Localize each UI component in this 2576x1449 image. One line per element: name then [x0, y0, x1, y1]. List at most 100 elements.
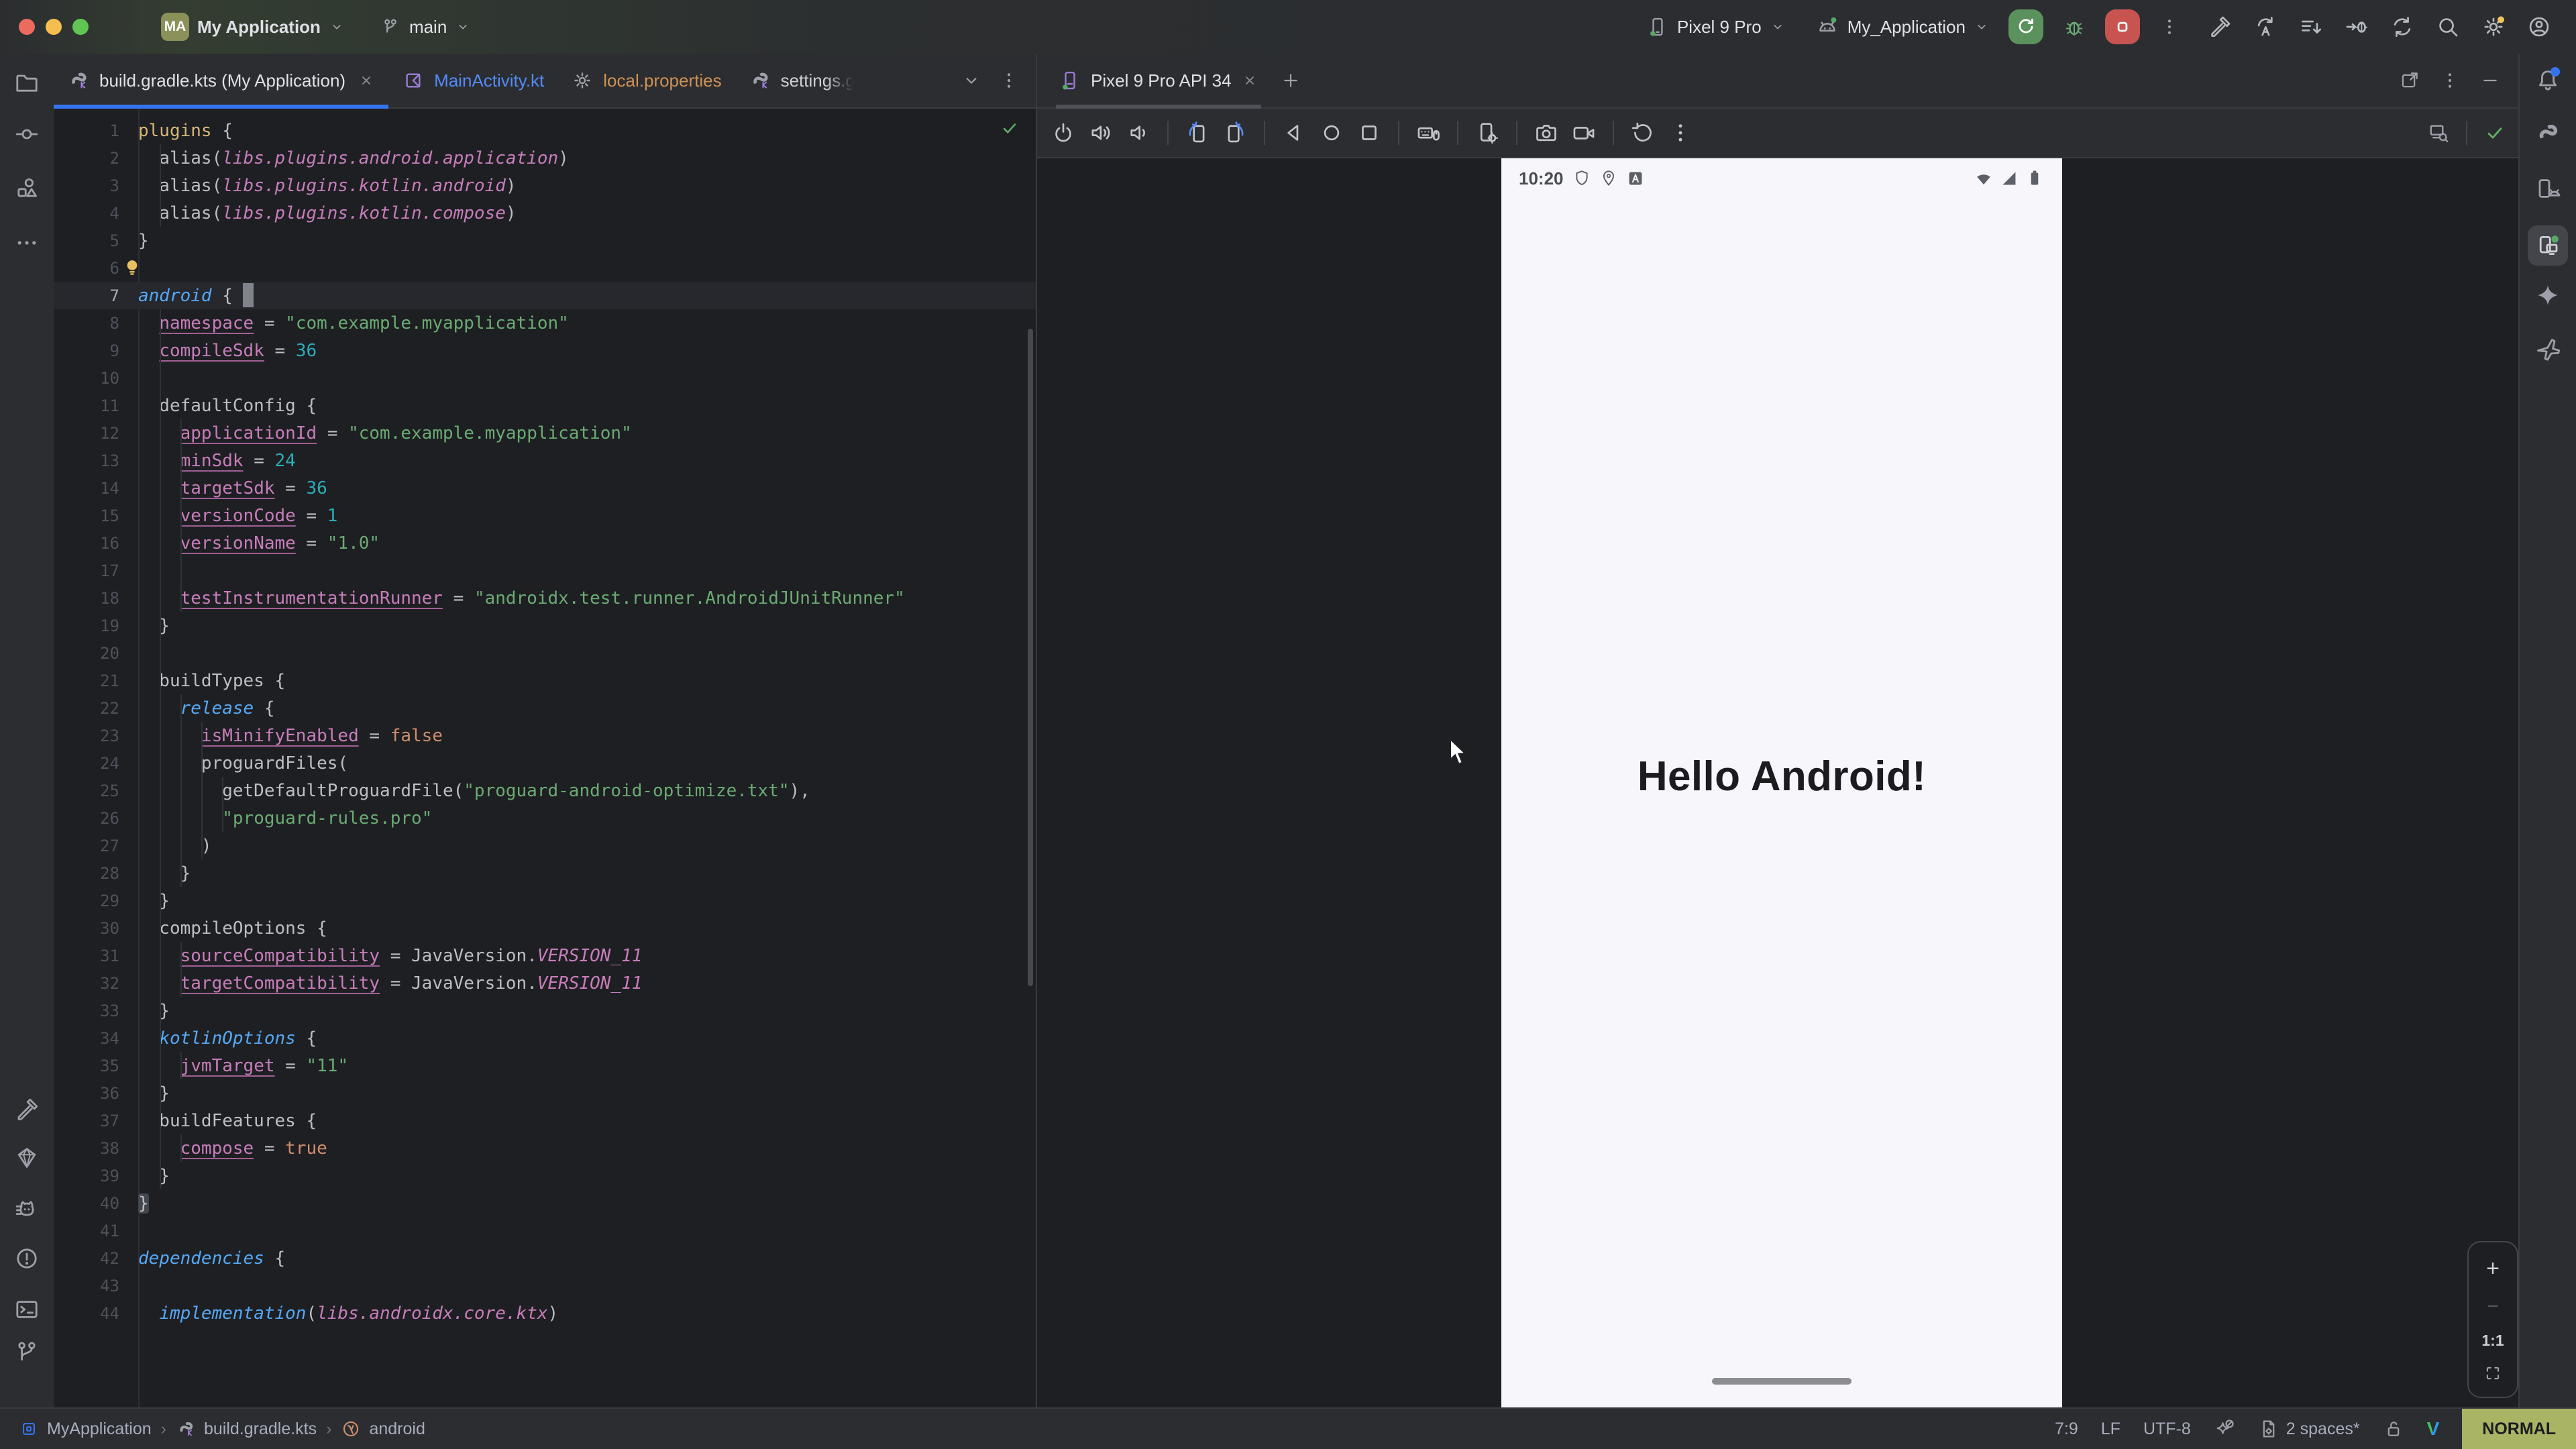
line-number[interactable]: 8: [54, 314, 138, 333]
line-number[interactable]: 43: [54, 1277, 138, 1295]
line-number[interactable]: 16: [54, 534, 138, 553]
code-line-35[interactable]: 35 jvmTarget = "11": [54, 1052, 1036, 1079]
line-number[interactable]: 9: [54, 341, 138, 360]
line-number[interactable]: 27: [54, 837, 138, 855]
line-number[interactable]: 26: [54, 809, 138, 828]
line-number[interactable]: 25: [54, 782, 138, 800]
line-number[interactable]: 24: [54, 754, 138, 773]
device-manager-icon[interactable]: [2534, 176, 2561, 203]
code-line-8[interactable]: 8 namespace = "com.example.myapplication…: [54, 309, 1036, 337]
indent-widget[interactable]: 2 spaces*: [2258, 1418, 2360, 1440]
encoding-widget[interactable]: UTF-8: [2143, 1419, 2191, 1439]
volume-up-icon[interactable]: [1088, 120, 1114, 146]
line-number[interactable]: 21: [54, 672, 138, 690]
code-line-16[interactable]: 16 versionName = "1.0": [54, 529, 1036, 557]
line-number[interactable]: 10: [54, 369, 138, 388]
editor-scrollbar[interactable]: [1028, 329, 1033, 986]
line-number[interactable]: 4: [54, 204, 138, 223]
line-number[interactable]: 23: [54, 727, 138, 745]
line-number[interactable]: 19: [54, 616, 138, 635]
code-line-2[interactable]: 2 alias(libs.plugins.android.application…: [54, 144, 1036, 172]
line-separator-widget[interactable]: LF: [2101, 1419, 2121, 1439]
breadcrumb-item[interactable]: android: [341, 1419, 425, 1439]
line-number[interactable]: 17: [54, 561, 138, 580]
code-line-22[interactable]: 22 release {: [54, 694, 1036, 722]
app-inspection-icon[interactable]: [13, 1144, 40, 1171]
zoom-to-fit-button[interactable]: [2483, 1363, 2503, 1383]
more-horiz-icon[interactable]: [13, 229, 40, 256]
code-line-14[interactable]: 14 targetSdk = 36: [54, 474, 1036, 502]
settings-badge-icon[interactable]: [2481, 14, 2506, 40]
code-line-34[interactable]: 34 kotlinOptions {: [54, 1024, 1036, 1052]
rotate-right-icon[interactable]: [1222, 120, 1248, 146]
line-number[interactable]: 42: [54, 1249, 138, 1268]
run-configuration-selector[interactable]: My_Application: [1815, 15, 1990, 39]
minimize-window-button[interactable]: [46, 19, 62, 35]
code-line-9[interactable]: 9 compileSdk = 36: [54, 337, 1036, 364]
code-line-15[interactable]: 15 versionCode = 1: [54, 502, 1036, 529]
problems-icon[interactable]: [13, 1245, 40, 1272]
line-number[interactable]: 29: [54, 892, 138, 910]
attach-debugger-icon[interactable]: [2344, 14, 2369, 40]
code-line-41[interactable]: 41: [54, 1217, 1036, 1244]
code-area[interactable]: 1plugins {2 alias(libs.plugins.android.a…: [54, 109, 1036, 1327]
logcat-icon[interactable]: [13, 1197, 40, 1224]
breadcrumb-item[interactable]: MyApplication: [19, 1419, 152, 1439]
code-line-28[interactable]: 28 }: [54, 859, 1036, 887]
code-line-1[interactable]: 1plugins {: [54, 117, 1036, 144]
vim-mode-badge[interactable]: NORMAL: [2462, 1409, 2576, 1449]
device-settings-icon[interactable]: [1474, 120, 1500, 146]
code-line-5[interactable]: 5}: [54, 227, 1036, 254]
build-hammer-icon[interactable]: [2207, 14, 2233, 40]
code-line-32[interactable]: 32 targetCompatibility = JavaVersion.VER…: [54, 969, 1036, 997]
device-selector[interactable]: Pixel 9 Pro: [1646, 15, 1786, 38]
ui-check-icon[interactable]: [2427, 121, 2450, 144]
screenshot-icon[interactable]: [1534, 120, 1559, 146]
app-insights-icon[interactable]: [2534, 335, 2561, 362]
line-number[interactable]: 32: [54, 974, 138, 993]
line-number[interactable]: 14: [54, 479, 138, 498]
code-line-17[interactable]: 17: [54, 557, 1036, 584]
vcs-branch-widget[interactable]: main: [380, 16, 471, 38]
more-actions-icon[interactable]: [2159, 16, 2180, 38]
code-line-21[interactable]: 21 buildTypes {: [54, 667, 1036, 694]
more-vert-icon[interactable]: [2439, 70, 2461, 91]
profile-icon[interactable]: [2526, 14, 2552, 40]
line-number[interactable]: 1: [54, 121, 138, 140]
chevron-down-icon[interactable]: [961, 70, 982, 91]
code-line-11[interactable]: 11 defaultConfig {: [54, 392, 1036, 419]
code-line-20[interactable]: 20: [54, 639, 1036, 667]
gemini-icon[interactable]: [2534, 282, 2561, 309]
code-line-43[interactable]: 43: [54, 1272, 1036, 1299]
gradle-icon[interactable]: [2534, 121, 2561, 148]
editor-tab-1[interactable]: build.gradle.kts (My Application): [54, 54, 388, 107]
minimize-icon[interactable]: [2479, 70, 2501, 91]
version-control-icon[interactable]: [13, 1339, 40, 1366]
project-widget[interactable]: MA My Application: [161, 13, 345, 41]
code-line-44[interactable]: 44 implementation(libs.androidx.core.ktx…: [54, 1299, 1036, 1327]
hardware-input-icon[interactable]: [1415, 120, 1441, 146]
commit-icon[interactable]: [13, 121, 40, 148]
reset-icon[interactable]: [1630, 120, 1656, 146]
add-device-tab-button[interactable]: [1280, 70, 1301, 91]
line-number[interactable]: 20: [54, 644, 138, 663]
code-line-30[interactable]: 30 compileOptions {: [54, 914, 1036, 942]
build-hammer-icon[interactable]: [13, 1096, 40, 1123]
code-line-42[interactable]: 42dependencies {: [54, 1244, 1036, 1272]
line-number[interactable]: 22: [54, 699, 138, 718]
caret-position-widget[interactable]: 7:9: [2055, 1419, 2078, 1439]
code-line-39[interactable]: 39 }: [54, 1162, 1036, 1189]
code-line-37[interactable]: 37 buildFeatures {: [54, 1107, 1036, 1134]
line-number[interactable]: 13: [54, 451, 138, 470]
project-icon[interactable]: [13, 70, 40, 97]
line-number[interactable]: 35: [54, 1057, 138, 1075]
apply-changes-icon[interactable]: [2253, 14, 2278, 40]
open-external-icon[interactable]: [2399, 70, 2420, 91]
code-line-4[interactable]: 4 alias(libs.plugins.kotlin.compose): [54, 199, 1036, 227]
line-number[interactable]: 11: [54, 396, 138, 415]
editor-tab-2[interactable]: MainActivity.kt: [388, 54, 557, 107]
ai-assistant-status-icon[interactable]: [2214, 1418, 2235, 1440]
stop-button[interactable]: [2105, 9, 2140, 44]
editor-tab-3[interactable]: local.properties: [557, 54, 735, 107]
line-number[interactable]: 15: [54, 506, 138, 525]
